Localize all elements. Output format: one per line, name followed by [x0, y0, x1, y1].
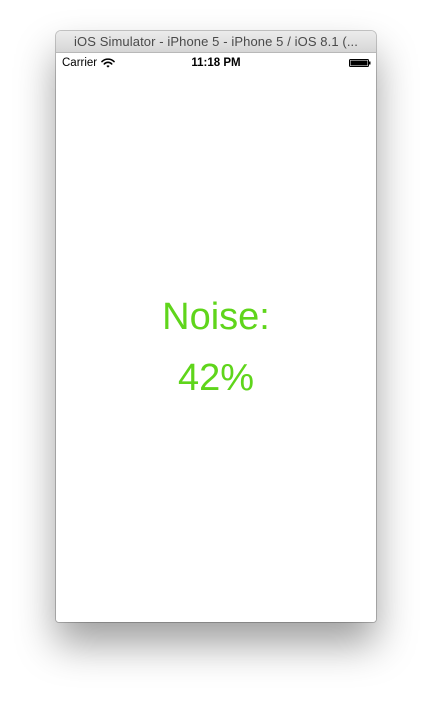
- desktop-background: iOS Simulator - iPhone 5 - iPhone 5 / iO…: [0, 0, 432, 702]
- noise-label: Noise:: [162, 296, 270, 338]
- status-bar: Carrier 11:18 PM: [56, 53, 376, 73]
- battery-full-icon: [349, 59, 371, 67]
- device-screen: Carrier 11:18 PM Noise: 42%: [56, 53, 376, 622]
- window-titlebar[interactable]: iOS Simulator - iPhone 5 - iPhone 5 / iO…: [56, 31, 376, 53]
- noise-value: 42%: [177, 357, 255, 399]
- status-time: 11:18 PM: [191, 57, 241, 69]
- window-title: iOS Simulator - iPhone 5 - iPhone 5 / iO…: [74, 34, 358, 49]
- simulator-window: iOS Simulator - iPhone 5 - iPhone 5 / iO…: [56, 31, 376, 622]
- noise-readout: Noise: 42%: [56, 295, 376, 400]
